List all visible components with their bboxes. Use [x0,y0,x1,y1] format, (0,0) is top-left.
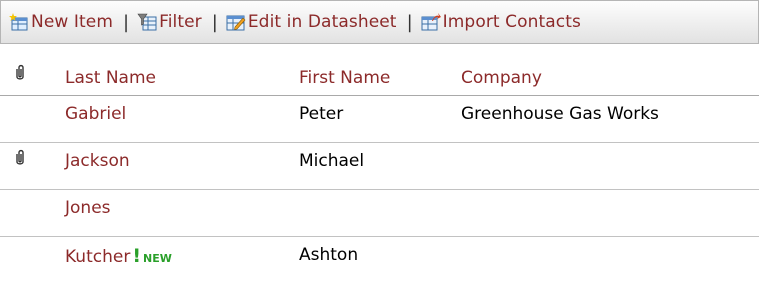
toolbar-separator: | [211,11,218,33]
import-contacts-label: Import Contacts [442,12,581,32]
list-item: Gabriel Peter Greenhouse Gas Works [0,96,759,143]
filter-icon [137,13,157,31]
new-item-label: New Item [31,12,113,32]
new-item-icon [9,13,28,31]
edit-in-datasheet-label: Edit in Datasheet [247,12,397,32]
import-contacts-button[interactable]: Import Contacts [421,12,581,32]
toolbar-separator: | [122,11,130,33]
first-name-cell: Michael [299,151,365,171]
filter-label: Filter [159,12,202,32]
first-name-column-header[interactable]: First Name [299,68,390,88]
list-item: Jackson Michael [0,143,759,190]
company-cell: Greenhouse Gas Works [461,104,659,124]
toolbar-separator: | [406,11,413,33]
new-icon: ! [132,245,141,267]
last-name-link[interactable]: Gabriel [65,104,126,124]
list-item: Jones [0,190,759,237]
import-icon [421,13,441,31]
attachment-indicator [14,149,26,172]
first-name-cell: Ashton [299,245,359,265]
attachment-column-header[interactable] [14,64,26,87]
first-name-cell: Peter [299,104,344,124]
last-name-cell: Kutcher! NEW [65,245,172,267]
list-toolbar: New Item | Filter | Edit in Datasheet | [0,0,759,44]
new-label: NEW [142,252,172,265]
filter-button[interactable]: Filter [137,12,202,32]
new-item-button[interactable]: New Item [1,12,113,32]
list-item: Kutcher! NEW Ashton [0,237,759,283]
paperclip-icon [16,149,24,165]
company-column-header[interactable]: Company [461,68,542,88]
datasheet-icon [226,15,246,31]
contacts-list: Last Name First Name Company Gabriel Pet… [0,44,759,283]
last-name-link[interactable]: Jones [65,198,111,218]
new-badge: ! NEW [132,245,172,267]
last-name-link[interactable]: Jackson [65,151,130,171]
paperclip-icon [16,64,24,80]
last-name-link[interactable]: Kutcher [65,247,130,267]
edit-in-datasheet-button[interactable]: Edit in Datasheet [226,12,397,32]
list-header-row: Last Name First Name Company [0,44,759,96]
last-name-column-header[interactable]: Last Name [65,68,156,88]
